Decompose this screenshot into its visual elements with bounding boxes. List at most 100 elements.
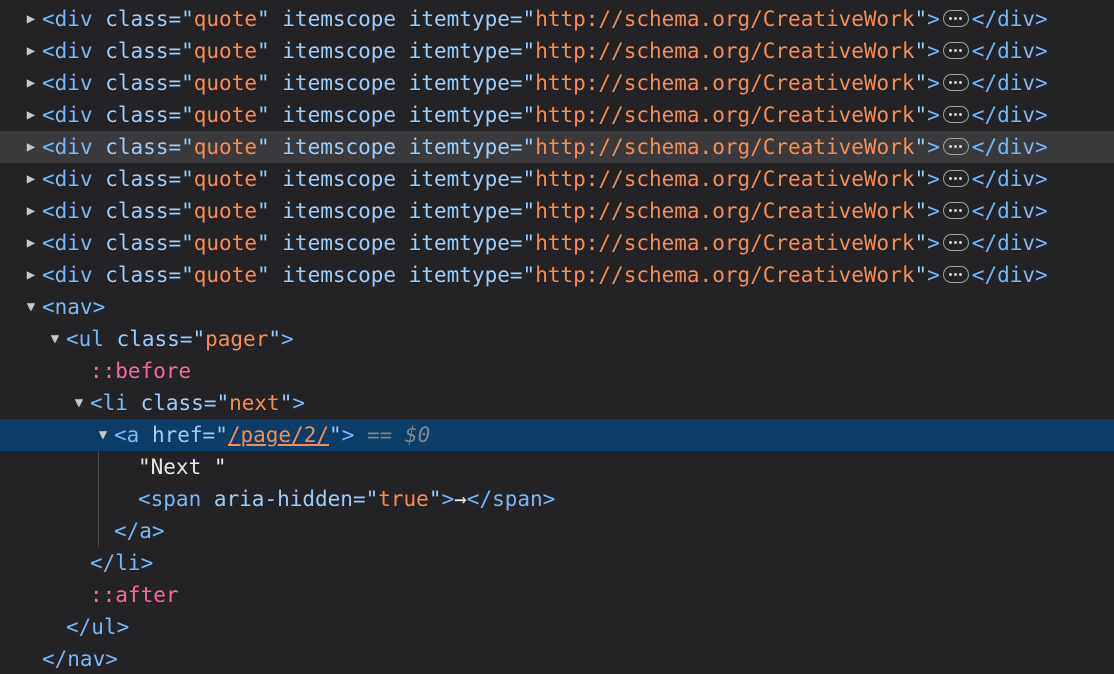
dom-node-li-next[interactable]: ▼ <li class="next"> [0,387,1114,419]
dom-node-div-quote[interactable]: ▶ <div class="quote" itemscope itemtype="… [0,163,1114,195]
text-content: "Next " [138,455,227,479]
closing-a[interactable]: </a> [0,515,1114,547]
tag-name: div [54,231,93,255]
attribute-name: class [105,231,169,255]
syntax-punctuation: > [927,71,940,95]
closing-li[interactable]: </li> [0,547,1114,579]
syntax-punctuation: > [341,423,355,447]
tag-name: <span [138,487,202,511]
syntax-punctuation [396,263,409,287]
ellipsis-expand-icon[interactable] [942,106,969,123]
syntax-punctuation: =" [168,263,194,287]
syntax-punctuation: > [281,327,294,351]
attribute-value: http://schema.org/CreativeWork [535,71,915,95]
collapse-triangle-icon[interactable]: ▼ [94,419,112,451]
pseudo-after[interactable]: ::after [0,579,1114,611]
attribute-value: quote [193,7,257,31]
ellipsis-expand-icon[interactable] [942,10,969,27]
dom-node-nav[interactable]: ▼ <nav> [0,291,1114,323]
collapse-triangle-icon[interactable]: ▼ [22,291,40,323]
syntax-punctuation: " [256,7,283,31]
attribute-value: http://schema.org/CreativeWork [535,7,915,31]
expand-triangle-icon[interactable]: ▶ [22,163,40,195]
tag-name: div [54,135,93,159]
attribute-name: class [105,167,169,191]
attribute-name: itemtype [408,231,510,255]
tag-name: div [54,199,93,223]
attribute-value: quote [193,199,257,223]
dom-node-a-selected[interactable]: ▼ <a href="/page/2/"> == $0 [0,419,1114,451]
expand-triangle-icon[interactable]: ▶ [22,67,40,99]
syntax-punctuation: =" [509,71,536,95]
expand-triangle-icon[interactable]: ▶ [22,227,40,259]
syntax-punctuation: =" [509,135,536,159]
syntax-punctuation: =" [509,103,536,127]
syntax-punctuation: < [66,327,79,351]
syntax-punctuation [392,423,405,447]
dom-node-div-quote[interactable]: ▶ <div class="quote" itemscope itemtype="… [0,67,1114,99]
attribute-value: quote [193,135,257,159]
closing-ul[interactable]: </ul> [0,611,1114,643]
ellipsis-expand-icon[interactable] [942,170,969,187]
syntax-punctuation: > [292,391,306,415]
dom-node-div-quote[interactable]: ▶ <div class="quote" itemscope itemtype="… [0,131,1114,163]
attribute-name: aria-hidden [213,487,353,511]
syntax-punctuation: =" [168,167,194,191]
expand-triangle-icon[interactable]: ▶ [22,3,40,35]
expand-triangle-icon[interactable]: ▶ [22,259,40,291]
ellipsis-expand-icon[interactable] [942,42,969,59]
ellipsis-expand-icon[interactable] [942,74,969,91]
ellipsis-expand-icon[interactable] [942,266,969,283]
dom-node-span[interactable]: <span aria-hidden="true">→</span> [0,483,1114,515]
closing-nav[interactable]: </nav> [0,643,1114,674]
expand-triangle-icon[interactable]: ▶ [22,131,40,163]
syntax-punctuation: < [90,391,103,415]
collapse-triangle-icon[interactable]: ▼ [70,387,88,419]
ellipsis-expand-icon[interactable] [942,234,969,251]
syntax-punctuation: " [914,71,928,95]
syntax-punctuation: =" [168,199,194,223]
ellipsis-expand-icon[interactable] [942,202,969,219]
collapse-triangle-icon[interactable]: ▼ [46,323,64,355]
ellipsis-expand-icon[interactable] [942,138,969,155]
syntax-punctuation: > [927,167,940,191]
text-node[interactable]: "Next " [0,451,1114,483]
attribute-name: itemscope [282,199,397,223]
syntax-punctuation: " [914,263,928,287]
dom-node-ul-pager[interactable]: ▼ <ul class="pager"> [0,323,1114,355]
attribute-name: class [105,7,169,31]
attribute-name: itemtype [408,135,510,159]
attribute-name: class [140,391,204,415]
syntax-punctuation: " [914,39,928,63]
indent-guide [98,451,99,547]
expand-triangle-icon[interactable]: ▶ [22,99,40,131]
tag-name: div [54,7,93,31]
href-link[interactable]: /page/2/ [228,423,329,447]
attribute-value: next [229,391,280,415]
attribute-value: http://schema.org/CreativeWork [535,231,915,255]
expand-triangle-icon[interactable]: ▶ [22,195,40,227]
attribute-value: http://schema.org/CreativeWork [535,263,915,287]
syntax-punctuation: > [927,135,940,159]
syntax-punctuation: > [927,7,940,31]
attribute-name: itemtype [408,7,510,31]
pseudo-element: ::before [90,359,192,383]
syntax-punctuation: " [256,135,283,159]
expand-triangle-icon[interactable]: ▶ [22,35,40,67]
attribute-value: quote [193,103,257,127]
pseudo-before[interactable]: ::before [0,355,1114,387]
dom-node-div-quote[interactable]: ▶ <div class="quote" itemscope itemtype="… [0,3,1114,35]
dom-node-div-quote[interactable]: ▶ <div class="quote" itemscope itemtype="… [0,195,1114,227]
syntax-punctuation [93,39,106,63]
dom-node-div-quote[interactable]: ▶ <div class="quote" itemscope itemtype="… [0,259,1114,291]
closing-tag: </div> [971,199,1048,223]
syntax-punctuation: " [428,487,442,511]
attribute-name: itemscope [282,103,397,127]
dom-node-div-quote[interactable]: ▶ <div class="quote" itemscope itemtype="… [0,227,1114,259]
syntax-punctuation: " [914,167,928,191]
dom-node-div-quote[interactable]: ▶ <div class="quote" itemscope itemtype="… [0,99,1114,131]
syntax-punctuation: =" [509,167,536,191]
syntax-punctuation: < [42,103,55,127]
dom-node-div-quote[interactable]: ▶ <div class="quote" itemscope itemtype="… [0,35,1114,67]
attribute-value: quote [193,263,257,287]
